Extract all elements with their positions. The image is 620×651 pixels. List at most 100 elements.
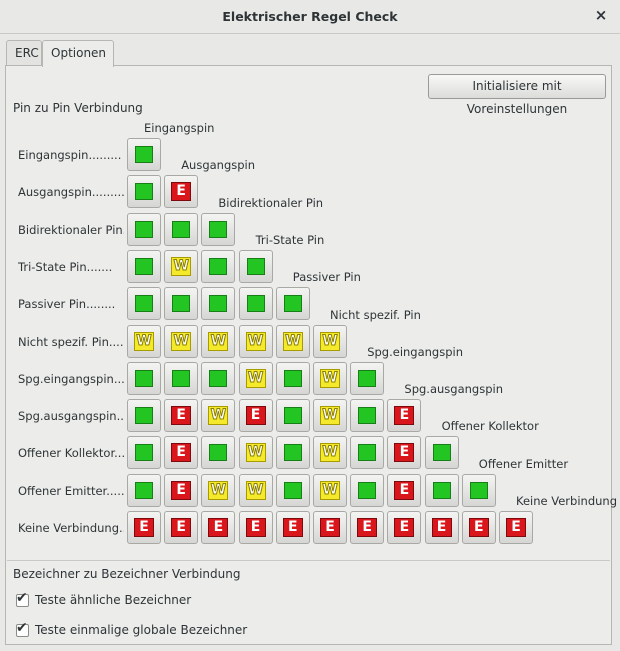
- row-label: Eingangspin.........: [18, 148, 122, 162]
- erc-cell-button[interactable]: E: [424, 511, 459, 544]
- erc-cell-button[interactable]: W: [275, 324, 310, 358]
- erc-cell-button[interactable]: E: [499, 511, 533, 544]
- column-label: Offener Kollektor: [441, 419, 539, 434]
- error-icon: E: [394, 518, 415, 537]
- ok-icon: [209, 295, 228, 313]
- close-icon[interactable]: ×: [592, 6, 610, 24]
- erc-cell-button[interactable]: W: [313, 324, 347, 358]
- erc-cell-button[interactable]: [127, 212, 161, 246]
- error-icon: E: [394, 480, 415, 500]
- column-label: Tri-State Pin: [255, 232, 325, 247]
- ok-icon: [209, 369, 228, 387]
- erc-cell-button[interactable]: [127, 361, 161, 395]
- erc-cell-button[interactable]: E: [164, 175, 199, 209]
- erc-cell-button[interactable]: [201, 212, 236, 246]
- global-labels-checkbox[interactable]: ✔: [16, 621, 29, 637]
- erc-cell-button[interactable]: W: [313, 399, 347, 433]
- erc-cell-button[interactable]: [424, 473, 459, 507]
- erc-cell-button[interactable]: W: [127, 324, 161, 358]
- erc-cell-button[interactable]: [275, 399, 310, 433]
- column-label: Keine Verbindung: [516, 494, 617, 508]
- erc-cell-button[interactable]: W: [238, 361, 273, 395]
- erc-cell-button[interactable]: W: [238, 436, 273, 470]
- erc-cell-button[interactable]: E: [275, 511, 310, 544]
- warning-icon: W: [320, 480, 340, 500]
- erc-cell-button[interactable]: E: [313, 511, 347, 544]
- erc-cell-button[interactable]: E: [238, 399, 273, 433]
- erc-cell-button[interactable]: E: [387, 473, 422, 507]
- label-section-title: Bezeichner zu Bezeichner Verbindung: [13, 567, 241, 581]
- erc-cell-button[interactable]: [127, 175, 161, 209]
- erc-cell-button[interactable]: [201, 249, 236, 283]
- column-label: Passiver Pin: [292, 270, 361, 285]
- erc-cell-button[interactable]: [164, 212, 199, 246]
- ok-icon: [209, 257, 228, 275]
- ok-icon: [432, 481, 451, 499]
- erc-cell-button[interactable]: [350, 399, 385, 433]
- erc-cell-button[interactable]: [275, 287, 310, 321]
- ok-icon: [432, 444, 451, 462]
- erc-cell-button[interactable]: E: [387, 511, 422, 544]
- erc-cell-button[interactable]: W: [313, 473, 347, 507]
- erc-cell-button[interactable]: [164, 287, 199, 321]
- tab-erc[interactable]: ERC: [6, 40, 42, 65]
- erc-cell-button[interactable]: [164, 361, 199, 395]
- similar-labels-checkbox[interactable]: ✔: [16, 591, 29, 607]
- warning-icon: W: [320, 443, 340, 463]
- error-icon: E: [245, 406, 266, 426]
- erc-cell-button[interactable]: [350, 473, 385, 507]
- init-defaults-button[interactable]: Initialisiere mit Voreinstellungen: [428, 74, 606, 116]
- erc-cell-button[interactable]: [127, 249, 161, 283]
- erc-cell-button[interactable]: W: [164, 324, 199, 358]
- erc-cell-button[interactable]: E: [164, 436, 199, 470]
- erc-cell-button[interactable]: [201, 361, 236, 395]
- similar-labels-label: Teste ähnliche Bezeichner: [35, 593, 192, 607]
- erc-cell-button[interactable]: E: [461, 511, 496, 544]
- erc-cell-button[interactable]: W: [238, 473, 273, 507]
- erc-cell-button[interactable]: E: [350, 511, 385, 544]
- error-icon: E: [468, 518, 489, 537]
- erc-cell-button[interactable]: [127, 436, 161, 470]
- erc-cell-button[interactable]: [275, 436, 310, 470]
- erc-cell-button[interactable]: [461, 473, 496, 507]
- erc-cell-button[interactable]: E: [387, 399, 422, 433]
- erc-cell-button[interactable]: W: [313, 436, 347, 470]
- erc-cell-button[interactable]: W: [313, 361, 347, 395]
- erc-cell-button[interactable]: [350, 361, 385, 395]
- erc-cell-button[interactable]: E: [238, 511, 273, 544]
- erc-cell-button[interactable]: E: [164, 473, 199, 507]
- erc-cell-button[interactable]: [238, 287, 273, 321]
- erc-cell-button[interactable]: E: [201, 511, 236, 544]
- error-icon: E: [394, 443, 415, 463]
- erc-cell-button[interactable]: [275, 361, 310, 395]
- ok-icon: [135, 407, 153, 425]
- erc-cell-button[interactable]: W: [238, 324, 273, 358]
- erc-cell-button[interactable]: [127, 138, 161, 171]
- erc-cell-button[interactable]: [275, 473, 310, 507]
- ok-icon: [135, 257, 153, 275]
- erc-cell-button[interactable]: [127, 399, 161, 433]
- erc-cell-button[interactable]: W: [201, 324, 236, 358]
- erc-cell-button[interactable]: [127, 473, 161, 507]
- error-icon: E: [171, 406, 192, 426]
- warning-icon: W: [134, 331, 154, 351]
- error-icon: E: [506, 518, 526, 537]
- erc-cell-button[interactable]: E: [164, 399, 199, 433]
- erc-cell-button[interactable]: E: [127, 511, 161, 544]
- erc-cell-button[interactable]: E: [164, 511, 199, 544]
- erc-cell-button[interactable]: [350, 436, 385, 470]
- erc-cell-button[interactable]: E: [387, 436, 422, 470]
- erc-cell-button[interactable]: [424, 436, 459, 470]
- ok-icon: [135, 220, 153, 238]
- ok-icon: [135, 183, 153, 201]
- erc-cell-button[interactable]: [201, 436, 236, 470]
- erc-cell-button[interactable]: W: [164, 249, 199, 283]
- row-label: Offener Emitter......: [18, 483, 124, 498]
- erc-cell-button[interactable]: W: [201, 399, 236, 433]
- erc-cell-button[interactable]: [127, 287, 161, 321]
- erc-cell-button[interactable]: [201, 287, 236, 321]
- tab-optionen[interactable]: Optionen: [42, 40, 114, 67]
- erc-cell-button[interactable]: W: [201, 473, 236, 507]
- erc-cell-button[interactable]: [238, 249, 273, 283]
- row-label: Tri-State Pin.......: [18, 259, 113, 274]
